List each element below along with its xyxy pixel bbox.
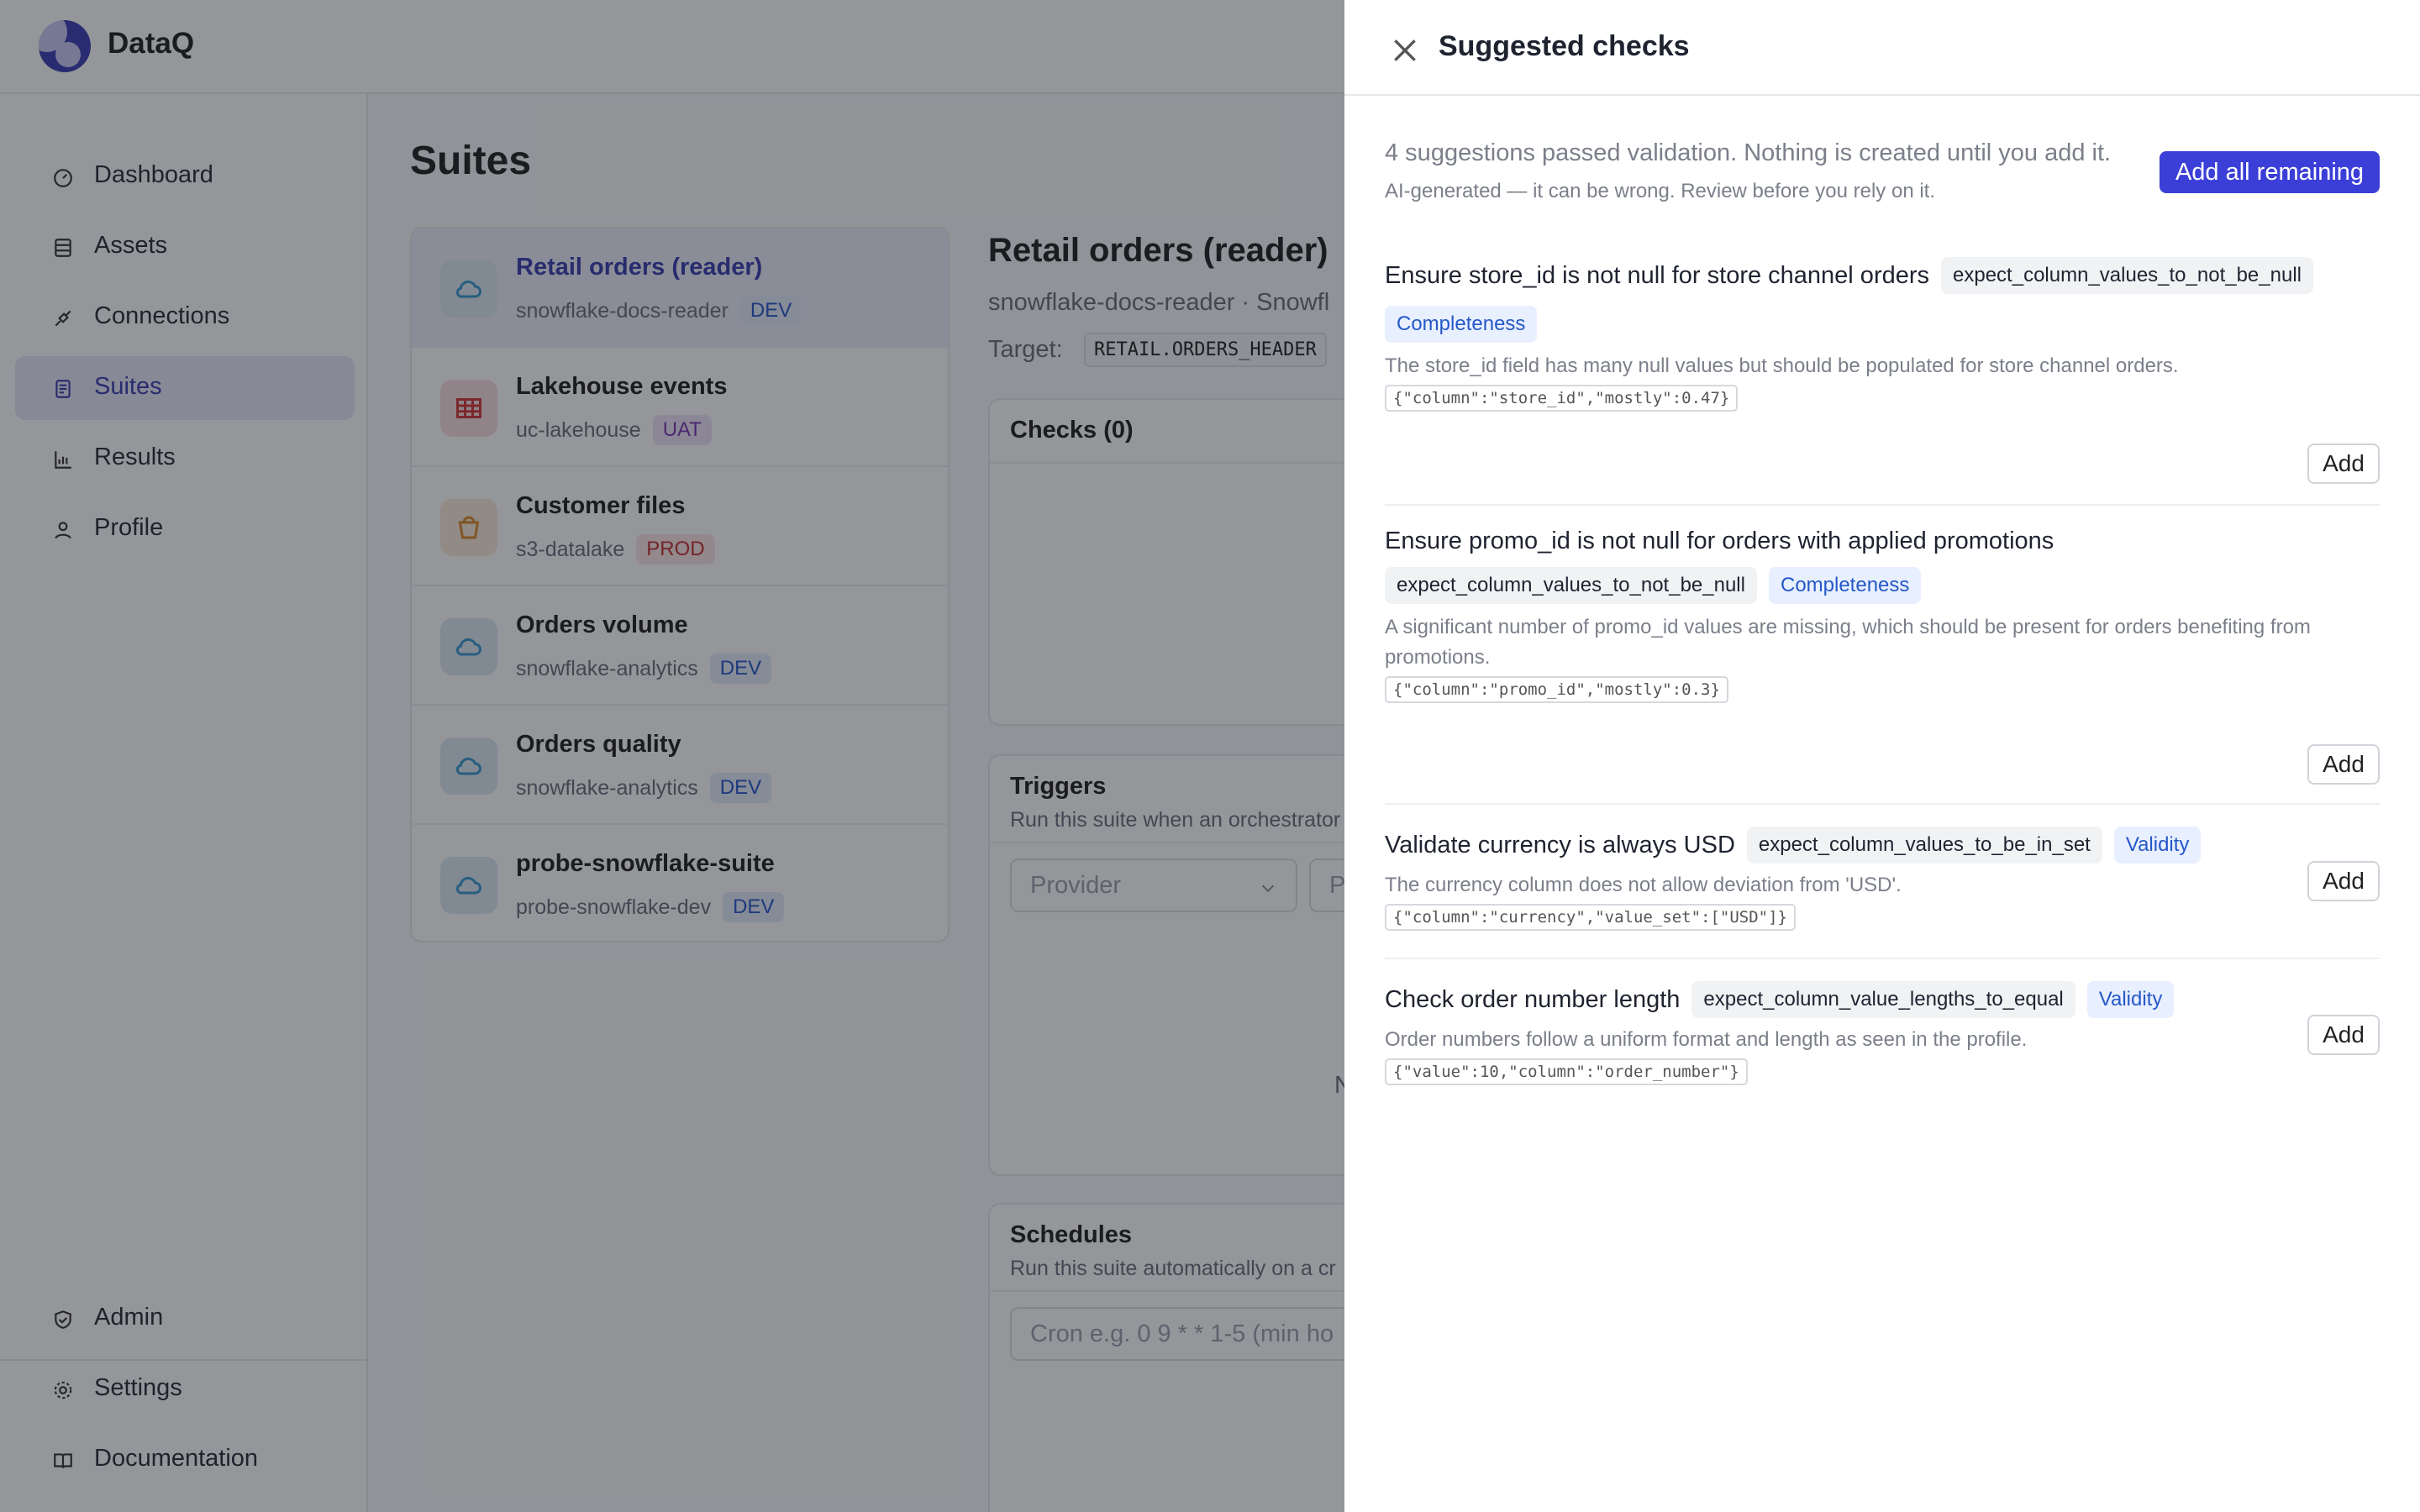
suggestion-divider [1385, 958, 2380, 959]
add-suggestion-button[interactable]: Add [2307, 744, 2380, 785]
add-suggestion-button[interactable]: Add [2307, 1015, 2380, 1055]
suggestion-title: Ensure store_id is not null for store ch… [1385, 261, 1930, 289]
app-root: DataQ Dashboard Assets Connections Suite… [0, 0, 2420, 1512]
add-suggestion-button[interactable]: Add [2307, 861, 2380, 901]
drawer-title: Suggested checks [1439, 30, 1690, 62]
suggestion-title: Check order number length [1385, 985, 1681, 1013]
suggestion-description: Order numbers follow a uniform format an… [1385, 1028, 2028, 1051]
expectation-tag: expect_column_values_to_not_be_null [1941, 257, 2313, 294]
close-icon[interactable] [1388, 34, 1422, 67]
category-tag: Validity [2113, 827, 2202, 864]
category-tag: Completeness [1768, 567, 1922, 604]
suggestion-kwargs: {"column":"promo_id","mostly":0.3} [1385, 676, 1728, 703]
suggested-checks-drawer: Suggested checks 4 suggestions passed va… [1344, 0, 2420, 1512]
expectation-tag: expect_column_values_to_be_in_set [1746, 827, 2102, 864]
suggestion-title: Ensure promo_id is not null for orders w… [1385, 528, 2054, 554]
suggestion-card: Check order number length expect_column_… [1385, 981, 2380, 1085]
suggestion-card: Ensure store_id is not null for store ch… [1385, 257, 2380, 412]
expectation-tag: expect_column_value_lengths_to_equal [1691, 981, 2075, 1018]
category-tag: Completeness [1385, 306, 1538, 343]
suggestion-kwargs: {"value":10,"column":"order_number"} [1385, 1058, 1748, 1085]
suggestion-description: The currency column does not allow devia… [1385, 874, 1902, 896]
add-all-remaining-button[interactable]: Add all remaining [2160, 151, 2380, 193]
suggestions-summary: 4 suggestions passed validation. Nothing… [1385, 139, 2112, 166]
modal-backdrop[interactable] [0, 0, 1344, 1512]
suggestion-card: Ensure promo_id is not null for orders w… [1385, 528, 2380, 703]
category-tag: Validity [2086, 981, 2175, 1018]
suggestion-description: The store_id field has many null values … [1385, 354, 2179, 377]
add-suggestion-button[interactable]: Add [2307, 444, 2380, 484]
suggestion-kwargs: {"column":"store_id","mostly":0.47} [1385, 385, 1739, 412]
suggestion-divider [1385, 504, 2380, 506]
drawer-header-divider [1344, 94, 2420, 96]
suggestion-title: Validate currency is always USD [1385, 831, 1735, 858]
suggestion-kwargs: {"column":"currency","value_set":["USD"]… [1385, 904, 1796, 931]
suggestion-divider [1385, 803, 2380, 805]
suggestion-card: Validate currency is always USD expect_c… [1385, 827, 2380, 931]
ai-disclaimer: AI-generated — it can be wrong. Review b… [1385, 180, 1936, 202]
suggestion-description: A significant number of promo_id values … [1385, 616, 2311, 669]
expectation-tag: expect_column_values_to_not_be_null [1385, 567, 1757, 604]
